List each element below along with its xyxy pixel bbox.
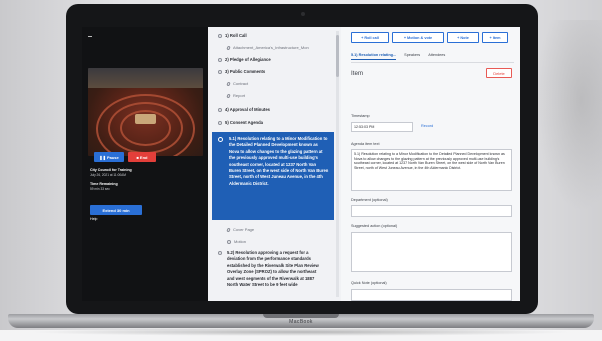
council-chamber-video [88,68,203,156]
agenda-motion[interactable]: Motion [227,239,246,244]
agenda-text-label: Agenda item text [351,142,380,146]
roll-call-icon: + [361,35,364,40]
agenda-attachment[interactable]: Contract [226,81,248,86]
pause-icon: ❚❚ [99,154,106,160]
stop-icon: ■ [136,154,139,160]
record-button[interactable]: Record [421,124,433,128]
background-plant [532,20,602,220]
note-icon: + [457,35,460,40]
item-title: Item [351,70,364,77]
tab-item[interactable]: 5.1) Resolution relating... [351,53,397,60]
meeting-date: July 26, 2021 at 11:00AM [90,173,126,177]
item-detail-panel: + Roll call + Motion & vote + Note + Ite… [341,27,520,301]
paperclip-icon [226,227,231,232]
roll-call-button[interactable]: + Roll call [351,32,389,43]
laptop-notch [263,314,339,318]
podium [135,114,156,124]
add-item-button[interactable]: + Item [482,32,508,43]
end-button[interactable]: ■ End [128,152,156,162]
status-circle-icon [218,33,222,38]
action-toolbar: + Roll call + Motion & vote + Note + Ite… [351,32,508,43]
laptop-shadow [30,328,572,336]
tab-speakers[interactable]: Speakers [404,53,420,60]
delete-button[interactable]: Delete [486,68,512,78]
detail-tabs: 5.1) Resolution relating... Speakers Att… [351,53,445,60]
motion-icon [227,239,231,244]
agenda-item[interactable]: 4) Approval of Minutes [218,107,270,112]
device-brand-label: MacBook [289,319,313,325]
item-form: Item Delete Timestamp 12:53:03 PM Record… [351,68,514,301]
motion-vote-button[interactable]: + Motion & vote [392,32,444,43]
motion-icon: + [403,35,407,40]
video-panel: ❚❚ Pause ■ End City Council for Training… [82,27,208,301]
tab-attendees[interactable]: Attendees [428,53,445,60]
agenda-item[interactable]: 5) Consent Agenda [218,120,263,125]
suggested-action-label: Suggested action (optional) [351,224,398,228]
status-circle-icon [218,107,222,112]
timestamp-field[interactable]: 12:53:03 PM [351,122,413,132]
extend-time-button[interactable]: Extend 30 min [90,205,142,215]
help-link[interactable]: Help [90,217,97,221]
agenda-text-field[interactable]: 5.1) Resolution relating to a Minor Modi… [351,149,512,191]
status-circle-icon [218,57,222,62]
department-label: Department (optional) [351,198,388,202]
tab-divider [351,62,514,63]
camera-dot [301,12,305,16]
status-circle-icon [218,137,223,142]
paperclip-icon [226,45,231,50]
agenda-attachment[interactable]: Cover Page [226,227,254,232]
menu-dash-icon[interactable] [88,36,92,37]
note-button[interactable]: + Note [447,32,479,43]
suggested-action-field[interactable] [351,232,512,272]
agenda-item[interactable]: 5.2) Resolution approving a request for … [218,250,328,301]
department-field[interactable] [351,205,512,217]
status-circle-icon [218,251,222,255]
agenda-list: 1) Roll Call Attachment_America's_Infras… [208,27,341,301]
agenda-item-active[interactable]: 5.1) Resolution relating to a Minor Modi… [212,132,334,220]
paperclip-icon [226,81,231,86]
quick-note-label: Quick Note (optional) [351,281,387,285]
agenda-attachment[interactable]: Attachment_America's_Infrastructure_Mon [226,45,309,50]
status-circle-icon [218,69,222,74]
paperclip-icon [226,93,231,98]
time-remaining-value: 59 min 33 sec [90,187,110,191]
agenda-scroll-thumb[interactable] [336,35,339,77]
agenda-item[interactable]: 2) Pledge of Allegiance [218,57,271,62]
agenda-item[interactable]: 1) Roll Call [218,33,247,38]
app-screen: ❚❚ Pause ■ End City Council for Training… [82,27,520,301]
status-circle-icon [218,120,222,125]
agenda-item[interactable]: 3) Public Comments [218,69,265,74]
pause-button[interactable]: ❚❚ Pause [94,152,124,162]
quick-note-field[interactable] [351,289,512,301]
timestamp-label: Timestamp [351,114,370,118]
agenda-attachment[interactable]: Report [226,93,245,98]
